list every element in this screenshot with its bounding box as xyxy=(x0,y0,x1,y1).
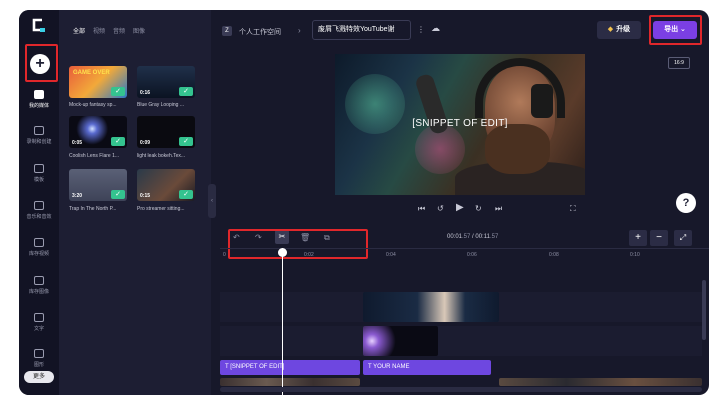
added-check-icon: ✓ xyxy=(179,137,193,146)
rail-item-graphics[interactable]: 图形 xyxy=(19,349,59,368)
added-check-icon: ✓ xyxy=(111,87,125,96)
kebab-menu-icon[interactable]: ⋮ xyxy=(417,25,425,34)
rail-item-record[interactable]: 录制和创建 xyxy=(19,126,59,145)
ruler-tick: 0:08 xyxy=(549,252,559,258)
timeline-ruler[interactable]: 0 0:02 0:04 0:06 0:08 0:10 xyxy=(220,248,709,263)
templates-icon xyxy=(34,164,44,173)
skip-back-icon[interactable]: ⏮ xyxy=(418,204,425,214)
stock-image-icon xyxy=(34,276,44,285)
video-clip[interactable] xyxy=(220,378,360,386)
tab-all[interactable]: 全部 xyxy=(73,26,85,35)
media-panel: 全部 视频 音频 图像 GAME OVER ✓ Mock-up fantasy … xyxy=(59,10,211,395)
fullscreen-icon[interactable]: ⛶ xyxy=(570,204,576,214)
rail-item-templates[interactable]: 模板 xyxy=(19,164,59,183)
folder-icon xyxy=(34,90,44,99)
media-item-title: Blue Gray Looping ... xyxy=(137,102,184,108)
ruler-tick: 0:10 xyxy=(630,252,640,258)
horizontal-scrollbar[interactable] xyxy=(220,387,702,392)
video-clip[interactable] xyxy=(499,378,702,386)
play-icon[interactable]: ▶ xyxy=(456,202,464,213)
media-item[interactable]: 0:09 ✓ xyxy=(137,116,195,148)
media-item[interactable]: 0:16 ✓ xyxy=(137,66,195,98)
cloud-off-icon[interactable]: ☁ xyxy=(431,23,440,34)
media-item[interactable]: GAME OVER ✓ xyxy=(69,66,127,98)
tab-images[interactable]: 图像 xyxy=(133,26,145,35)
media-item-title: Coolish Lens Flare 1... xyxy=(69,153,120,159)
text-icon xyxy=(34,313,44,322)
added-check-icon: ✓ xyxy=(111,190,125,199)
rail-item-stock-video[interactable]: 库存视频 xyxy=(19,238,59,257)
graphics-icon xyxy=(34,349,44,358)
rail-item-my-media[interactable]: 我的媒体 xyxy=(19,90,59,109)
media-item[interactable]: 3:20 ✓ xyxy=(69,169,127,201)
rewind-5-icon[interactable]: ↺ xyxy=(437,204,444,213)
fit-timeline-icon[interactable]: ⤢ xyxy=(674,230,692,246)
media-item-title: Pro streamer sitting... xyxy=(137,206,185,212)
rail-item-text[interactable]: 文字 xyxy=(19,313,59,332)
playhead-handle[interactable] xyxy=(278,248,287,257)
more-button[interactable]: 更多 xyxy=(24,371,54,383)
overlay-track xyxy=(220,326,702,356)
media-item-title: Trap In The North P... xyxy=(69,206,117,212)
rail-item-music[interactable]: 音乐和音效 xyxy=(19,201,59,220)
diamond-icon: ◆ xyxy=(607,26,614,33)
skip-forward-icon[interactable]: ⏭ xyxy=(495,204,502,214)
media-item-title: Mock-up fantasy sp... xyxy=(69,102,117,108)
media-tabs: 全部 视频 音频 图像 xyxy=(73,26,145,35)
left-rail: + 我的媒体 录制和创建 模板 音乐和音效 库存视频 库存图像 文字 图形 更多 xyxy=(19,10,59,395)
rail-item-stock-images[interactable]: 库存图像 xyxy=(19,276,59,295)
tab-audio[interactable]: 音频 xyxy=(113,26,125,35)
playhead[interactable] xyxy=(282,248,283,395)
ruler-tick: 0 xyxy=(223,252,226,258)
video-clip[interactable] xyxy=(363,326,438,356)
text-clip[interactable]: T YOUR NAME xyxy=(363,360,491,375)
added-check-icon: ✓ xyxy=(179,87,193,96)
upgrade-button[interactable]: ◆ 升级 xyxy=(597,21,641,39)
record-icon xyxy=(34,126,44,135)
workspace-badge[interactable]: Z xyxy=(222,26,232,36)
zoom-out-button[interactable]: − xyxy=(650,230,668,246)
workspace-name[interactable]: 个人工作空间 xyxy=(239,27,281,37)
added-check-icon: ✓ xyxy=(179,190,193,199)
editor-window: + 我的媒体 录制和创建 模板 音乐和音效 库存视频 库存图像 文字 图形 更多… xyxy=(19,10,709,395)
project-name-field[interactable]: 废屑飞溅特效YouTube谢 xyxy=(312,20,411,40)
vertical-scrollbar[interactable] xyxy=(702,280,706,340)
added-check-icon: ✓ xyxy=(111,137,125,146)
stock-video-icon xyxy=(34,238,44,247)
music-icon xyxy=(34,201,44,210)
text-clip[interactable]: T [SNIPPET OF EDIT] xyxy=(220,360,360,375)
collapse-panel-button[interactable]: ‹ xyxy=(208,184,216,218)
forward-5-icon[interactable]: ↻ xyxy=(475,204,482,213)
highlight-box-export xyxy=(649,15,702,45)
ruler-tick: 0:06 xyxy=(467,252,477,258)
clipchamp-logo xyxy=(29,16,47,34)
ruler-tick: 0:04 xyxy=(386,252,396,258)
video-clip[interactable] xyxy=(363,292,499,322)
media-item[interactable]: 0:15 ✓ xyxy=(137,169,195,201)
time-display: 00:01.57 / 00:11.57 xyxy=(447,234,499,240)
highlight-box-add xyxy=(25,44,58,82)
ruler-tick: 0:02 xyxy=(304,252,314,258)
aspect-ratio-button[interactable]: 16:9 xyxy=(668,57,690,69)
zoom-in-button[interactable]: + xyxy=(629,230,647,246)
top-bar: Z 个人工作空间 › 废屑飞溅特效YouTube谢 ⋮ ☁ ◆ 升级 导出 ⌄ xyxy=(211,10,709,46)
preview-overlay-text: [SNIPPET OF EDIT] xyxy=(412,118,508,129)
breadcrumb-separator: › xyxy=(298,26,301,35)
media-item-title: light leak bokeh.Tex... xyxy=(137,153,186,159)
video-preview[interactable]: [SNIPPET OF EDIT] xyxy=(335,54,585,195)
tab-video[interactable]: 视频 xyxy=(93,26,105,35)
media-item[interactable]: 0:05 ✓ xyxy=(69,116,127,148)
help-button[interactable]: ? xyxy=(676,193,696,213)
